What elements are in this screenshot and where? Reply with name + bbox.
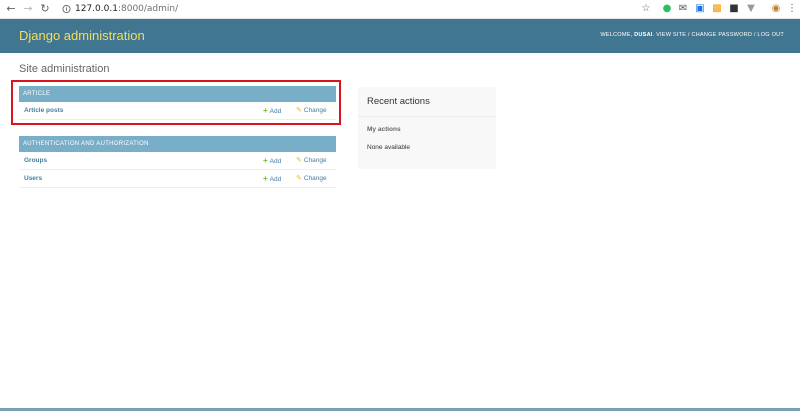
- page-title: Site administration: [19, 63, 110, 75]
- screen-extension-icon[interactable]: ▣: [694, 3, 706, 15]
- address-bar[interactable]: 127.0.0.1:8000/admin/: [75, 3, 178, 15]
- plus-icon: +: [263, 156, 268, 165]
- add-user-link[interactable]: + Add: [263, 170, 281, 188]
- bookmark-star-icon[interactable]: ☆: [640, 3, 652, 15]
- change-groups-link[interactable]: ✎ Change: [296, 152, 327, 169]
- site-branding[interactable]: Django administration: [19, 27, 145, 45]
- mail-extension-icon[interactable]: ✉: [677, 3, 689, 15]
- log-out-link[interactable]: LOG OUT: [757, 32, 784, 38]
- add-group-link[interactable]: + Add: [263, 152, 281, 170]
- change-label: Change: [303, 175, 327, 182]
- app-module-auth: AUTHENTICATION AND AUTHORIZATION Groups …: [19, 136, 336, 188]
- pencil-icon: ✎: [296, 175, 302, 182]
- change-password-link[interactable]: CHANGE PASSWORD: [691, 32, 752, 38]
- evernote-extension-icon[interactable]: ●: [661, 3, 673, 15]
- username: DUSAI: [634, 32, 653, 38]
- view-site-link[interactable]: VIEW SITE: [656, 32, 686, 38]
- divider: [358, 116, 496, 117]
- url-host: 127.0.0.1: [75, 4, 118, 14]
- plus-icon: +: [263, 174, 268, 183]
- change-label: Change: [303, 157, 327, 164]
- info-icon[interactable]: [62, 4, 71, 14]
- url-path: :8000/admin/: [117, 4, 179, 14]
- profile-avatar-icon[interactable]: ◉: [770, 3, 782, 15]
- no-actions-text: None available: [367, 144, 411, 151]
- welcome-text: WELCOME,: [600, 32, 633, 38]
- extension-icon[interactable]: ■: [728, 3, 740, 15]
- reload-icon[interactable]: ↻: [39, 3, 51, 15]
- my-actions-heading: My actions: [367, 126, 401, 133]
- model-link-users[interactable]: Users: [24, 170, 42, 187]
- kebab-menu-icon[interactable]: ⋮: [786, 3, 798, 15]
- recent-actions-title: Recent actions: [367, 96, 430, 107]
- model-row-users: Users + Add ✎ Change: [19, 170, 336, 188]
- pencil-icon: ✎: [296, 157, 302, 164]
- app-caption-auth[interactable]: AUTHENTICATION AND AUTHORIZATION: [19, 136, 336, 152]
- highlight-annotation-box: [11, 80, 341, 125]
- model-row-groups: Groups + Add ✎ Change: [19, 152, 336, 170]
- user-tools: WELCOME, DUSAI. VIEW SITE / CHANGE PASSW…: [600, 32, 784, 38]
- back-arrow-icon[interactable]: ←: [5, 3, 17, 15]
- forward-arrow-icon[interactable]: →: [22, 3, 34, 15]
- change-users-link[interactable]: ✎ Change: [296, 170, 327, 187]
- browser-toolbar: ← → ↻ 127.0.0.1:8000/admin/ ☆ ● ✉ ▣ ▩ ■ …: [0, 0, 800, 19]
- rss-extension-icon[interactable]: ▩: [711, 3, 723, 15]
- filter-extension-icon[interactable]: ▼: [745, 3, 757, 15]
- recent-actions-panel: Recent actions My actions None available: [358, 87, 496, 169]
- add-label: Add: [269, 158, 282, 165]
- add-label: Add: [269, 176, 282, 183]
- model-link-groups[interactable]: Groups: [24, 152, 47, 169]
